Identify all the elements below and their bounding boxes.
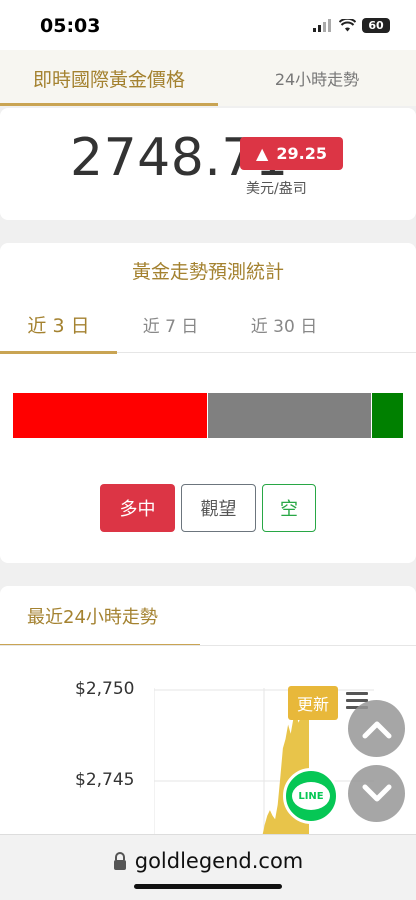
tab-30-days[interactable]: 近 30 日 [224, 295, 344, 353]
bar-segment-long [13, 393, 208, 438]
price-card: 2748.71 [0, 108, 416, 220]
price-change-badge: ▲ 29.25 [240, 137, 343, 170]
arrow-up-icon: ▲ [256, 144, 269, 163]
bar-segment-short [371, 393, 403, 438]
forecast-title: 黃金走勢預測統計 [131, 261, 284, 283]
trend-chart [154, 688, 374, 834]
line-icon: LINE [292, 782, 330, 810]
lock-icon [113, 852, 126, 870]
tab-24h-trend[interactable]: 24小時走勢 [218, 50, 416, 106]
status-bar: 05:03 60 [0, 0, 416, 50]
trend-title: 最近24小時走勢 [0, 586, 200, 646]
signal-icon [313, 19, 331, 32]
price-change-value: 29.25 [276, 144, 327, 163]
chevron-up-icon [362, 721, 391, 738]
price-unit: 美元/盎司 [246, 181, 307, 197]
tab-realtime-price[interactable]: 即時國際黃金價格 [0, 50, 218, 106]
forecast-distribution-bar [13, 393, 403, 438]
wifi-icon [339, 19, 356, 32]
long-button[interactable]: 多中 [100, 484, 175, 532]
short-button[interactable]: 空 [262, 484, 316, 532]
tab-3-days[interactable]: 近 3 日 [0, 295, 117, 354]
forecast-card: 黃金走勢預測統計 近 3 日 近 7 日 近 30 日 多中 觀望 空 [0, 243, 416, 563]
status-time: 05:03 [40, 15, 101, 37]
url-domain: goldlegend.com [134, 849, 304, 873]
scroll-up-button[interactable] [348, 700, 405, 757]
divider [0, 645, 416, 646]
y-tick-label: $2,750 [75, 679, 135, 699]
battery-icon: 60 [362, 18, 390, 33]
status-icons: 60 [313, 18, 390, 33]
home-indicator [134, 884, 282, 889]
price-tabs: 即時國際黃金價格 24小時走勢 [0, 50, 416, 106]
y-tick-label: $2,745 [75, 770, 135, 790]
scroll-down-button[interactable] [348, 765, 405, 822]
chevron-down-icon [362, 784, 391, 801]
tab-7-days[interactable]: 近 7 日 [117, 295, 224, 353]
url-display: goldlegend.com [0, 849, 416, 873]
line-chat-button[interactable]: LINE [283, 768, 339, 824]
watch-button[interactable]: 觀望 [181, 484, 256, 532]
bar-segment-watch [208, 393, 372, 438]
update-button[interactable]: 更新 [288, 686, 338, 720]
browser-url-bar[interactable]: goldlegend.com [0, 834, 416, 900]
period-tabs: 近 3 日 近 7 日 近 30 日 [0, 295, 416, 354]
